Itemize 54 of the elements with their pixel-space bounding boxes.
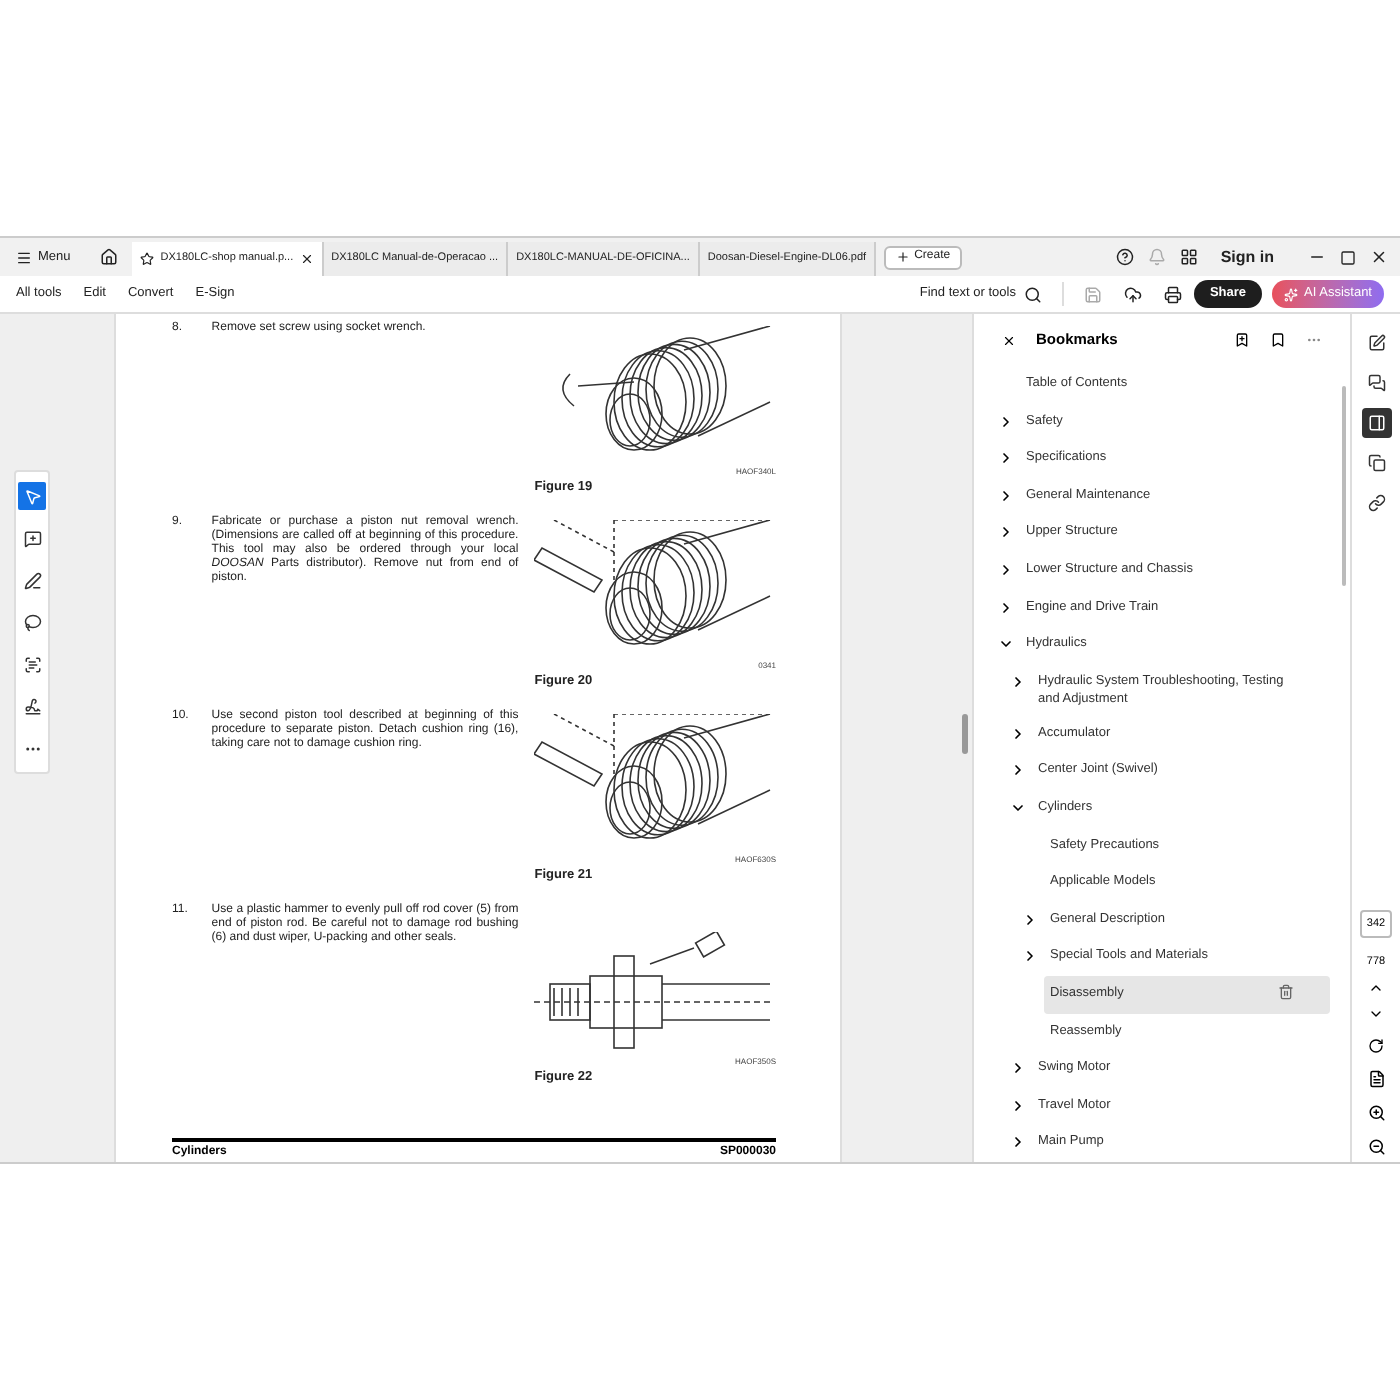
trash-icon[interactable]	[1278, 984, 1294, 1001]
text-box-icon	[23, 655, 41, 673]
search-icon[interactable]	[1023, 285, 1042, 303]
apps-grid-icon[interactable]	[1180, 248, 1199, 266]
link-icon	[1367, 494, 1385, 512]
comments-icon	[1367, 374, 1385, 392]
bookmark-icon[interactable]	[1270, 332, 1286, 348]
chevron-right-icon[interactable]	[1010, 1097, 1026, 1114]
chevron-right-icon[interactable]	[1010, 1060, 1026, 1077]
print-icon[interactable]	[1163, 285, 1182, 303]
chevron-right-icon[interactable]	[1010, 725, 1026, 742]
close-icon[interactable]	[299, 252, 314, 266]
menu-icon[interactable]	[16, 249, 32, 265]
edit-icon	[1367, 334, 1385, 352]
chevron-right-icon[interactable]	[998, 487, 1014, 504]
chevron-right-icon[interactable]	[998, 561, 1014, 578]
star-icon[interactable]	[140, 252, 155, 266]
chevron-down-icon[interactable]	[1010, 799, 1026, 816]
pen-icon	[23, 571, 41, 589]
add-bookmark-icon[interactable]	[1234, 332, 1250, 348]
chevron-right-icon[interactable]	[998, 524, 1014, 541]
zoom-in-icon[interactable]	[1367, 1104, 1385, 1122]
chevron-down-icon[interactable]	[998, 636, 1014, 653]
lasso-icon	[23, 613, 41, 631]
pages-icon	[1367, 454, 1385, 472]
scrollbar[interactable]	[1342, 386, 1346, 586]
scrollbar[interactable]	[962, 714, 968, 754]
sign-in-link[interactable]: Sign in	[1220, 245, 1274, 269]
comment-icon	[23, 529, 41, 547]
rotate-icon[interactable]	[1368, 1038, 1384, 1054]
plus-icon	[896, 250, 911, 264]
document-icon[interactable]	[1367, 1070, 1385, 1088]
pointer-icon	[23, 487, 41, 505]
signature-icon	[23, 697, 41, 715]
close-icon[interactable]	[1370, 248, 1388, 266]
bookmark-panel-icon	[1367, 414, 1385, 432]
maximize-icon[interactable]	[1340, 249, 1356, 265]
zoom-out-icon[interactable]	[1367, 1138, 1385, 1156]
next-page-icon[interactable]	[1368, 1006, 1384, 1022]
chevron-right-icon[interactable]	[1010, 1134, 1026, 1151]
home-icon[interactable]	[100, 248, 119, 266]
chevron-right-icon[interactable]	[1010, 762, 1026, 779]
chevron-right-icon[interactable]	[1010, 673, 1026, 690]
close-icon[interactable]	[1002, 333, 1016, 347]
rail-button[interactable]	[1361, 408, 1391, 438]
chevron-right-icon[interactable]	[1022, 948, 1038, 965]
sparkle-icon	[1284, 287, 1299, 301]
chevron-right-icon[interactable]	[1022, 911, 1038, 928]
chevron-right-icon[interactable]	[998, 450, 1014, 467]
previous-page-icon[interactable]	[1368, 980, 1384, 996]
upload-icon[interactable]	[1123, 285, 1142, 303]
chevron-right-icon[interactable]	[998, 413, 1014, 430]
help-icon[interactable]	[1116, 248, 1135, 266]
chevron-right-icon[interactable]	[998, 599, 1014, 616]
